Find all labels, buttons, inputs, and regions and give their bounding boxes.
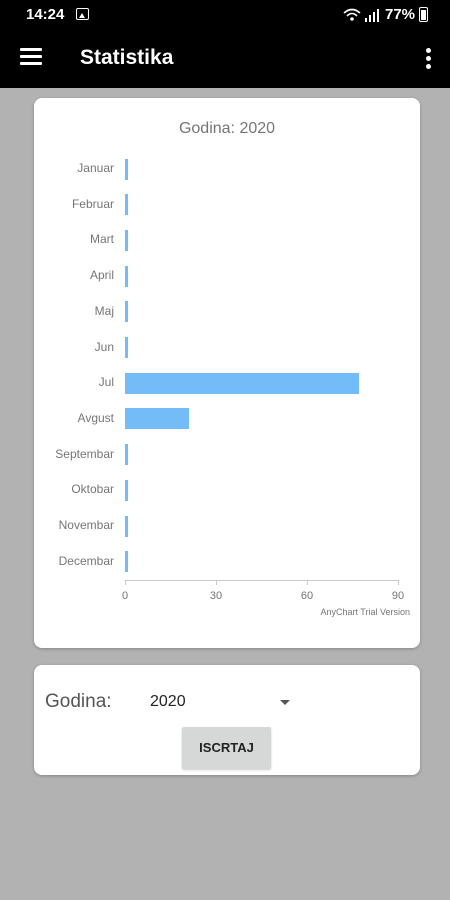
year-select-value: 2020 [150, 693, 186, 710]
category-label: Decembar [58, 553, 114, 568]
bar-septembar [125, 444, 128, 466]
chart-title: Godina: 2020 [178, 120, 276, 137]
status-time: 14:24 [26, 6, 65, 23]
bar-avgust [125, 408, 189, 430]
category-label: Mart [90, 232, 114, 247]
x-tick-label: 90 [391, 590, 405, 602]
app-bar: Statistika [0, 30, 450, 88]
x-tick-label: 30 [209, 590, 223, 602]
category-label: Avgust [77, 410, 114, 425]
bar-jun [125, 337, 128, 358]
year-label: Godina: [45, 691, 112, 712]
bar-decembar [125, 551, 128, 573]
category-label: Maj [94, 303, 114, 318]
battery-percent: 77% [385, 6, 416, 23]
category-label: Januar [77, 161, 114, 175]
category-label: Septembar [55, 446, 114, 461]
x-axis-tick [307, 580, 308, 585]
menu-icon[interactable] [20, 48, 42, 68]
x-tick-label: 60 [300, 590, 314, 602]
app-title: Statistika [80, 46, 174, 69]
bar-jul [125, 372, 359, 394]
year-select[interactable]: 2020 [140, 687, 290, 719]
category-label: Februar [71, 196, 114, 211]
dropdown-arrow-icon [280, 700, 290, 705]
more-options-icon[interactable] [420, 48, 436, 70]
chart-trial-label: AnyChart Trial Version [320, 607, 410, 617]
status-bar: 14:24 77% [0, 0, 450, 30]
bar-februar [125, 194, 128, 216]
x-axis-line [125, 580, 398, 581]
x-axis-tick [398, 580, 399, 585]
image-notification-icon [76, 8, 89, 20]
category-label: Jun [94, 339, 114, 354]
bar-maj [125, 301, 128, 323]
x-axis-tick [216, 580, 217, 585]
category-label: Oktobar [71, 482, 114, 497]
bar-mart [125, 229, 128, 251]
x-axis-tick [125, 580, 126, 585]
wifi-signal-icon [343, 8, 379, 22]
bar-april [125, 265, 128, 287]
draw-button[interactable]: ISCRTAJ [182, 727, 271, 769]
chart-card: Godina: 2020 AnyChart Trial Version Janu… [34, 98, 420, 648]
bar-oktobar [125, 479, 128, 501]
bar-januar [125, 158, 128, 180]
category-label: Jul [98, 375, 114, 390]
category-label: Novembar [58, 518, 114, 532]
year-form-card: Godina: 2020 ISCRTAJ [34, 665, 420, 775]
battery-icon [419, 7, 428, 22]
x-tick-label: 0 [121, 590, 129, 602]
bar-novembar [125, 515, 128, 537]
category-label: April [89, 268, 114, 283]
